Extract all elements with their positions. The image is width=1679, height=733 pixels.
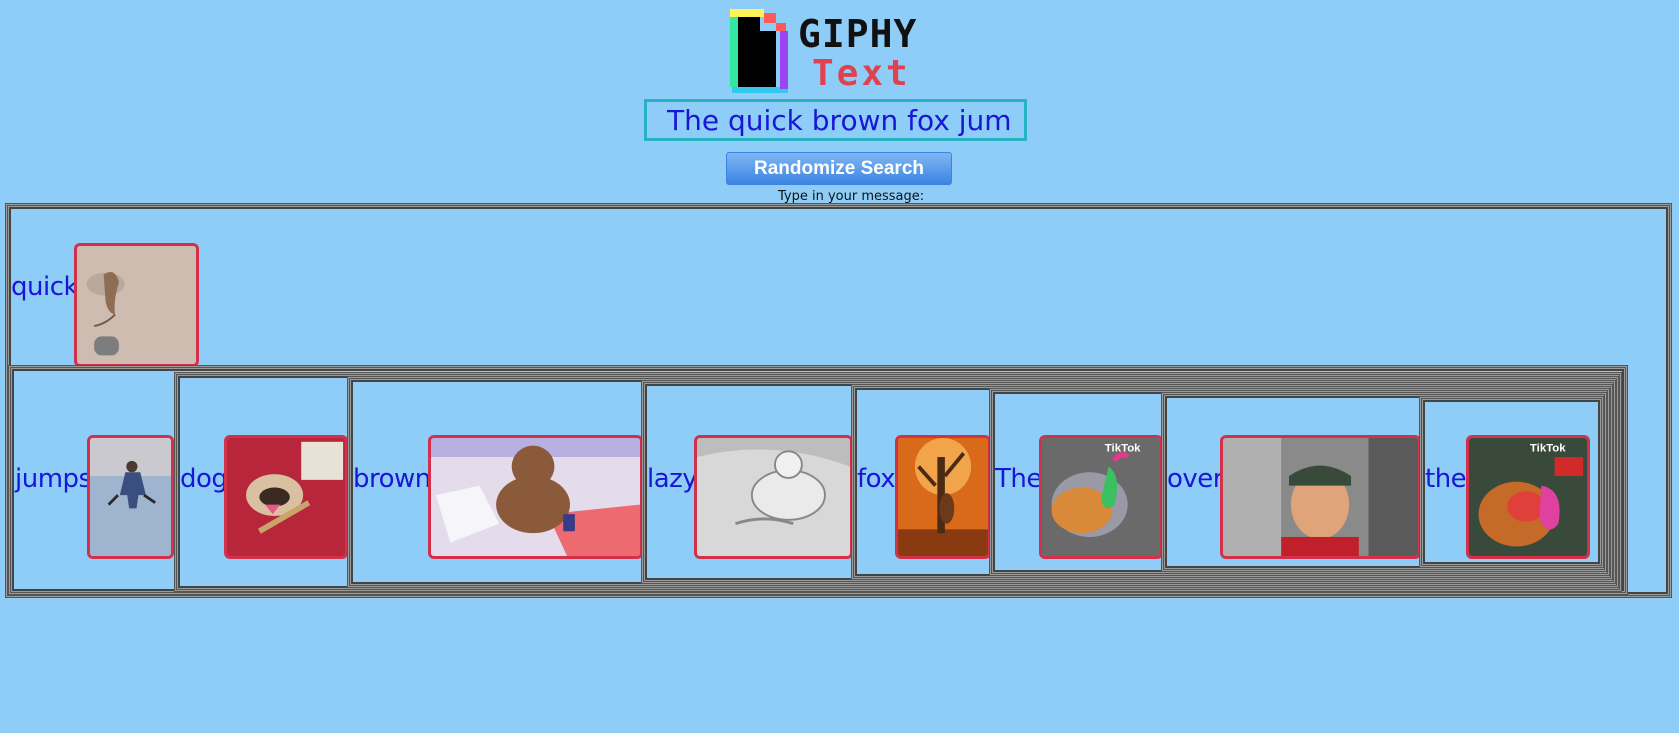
word-over: over (1167, 464, 1223, 494)
word-lazy: lazy (647, 464, 698, 494)
word-the-cap: The (995, 464, 1042, 494)
randomize-search-button[interactable]: Randomize Search (726, 152, 952, 185)
gif-lazy[interactable] (694, 435, 853, 559)
gif-quick[interactable] (74, 243, 199, 367)
tiktok-watermark-1: TikTok (1105, 442, 1141, 454)
gif-the-cap[interactable]: TikTok (1039, 435, 1163, 559)
message-prompt-label: Type in your message: (778, 189, 925, 204)
gif-brown[interactable] (428, 435, 643, 559)
gif-the[interactable]: TikTok (1466, 435, 1590, 559)
word-quick: quick (11, 272, 79, 302)
word-the: the (1425, 464, 1467, 494)
word-fox: fox (857, 464, 896, 494)
word-jumps: jumps (15, 464, 92, 494)
word-dog: dog (180, 464, 228, 494)
message-input[interactable] (644, 99, 1027, 141)
gif-dog[interactable] (224, 435, 348, 559)
gif-jumps[interactable] (87, 435, 174, 559)
giphy-text-logo: GIPHY Text (730, 9, 950, 94)
gif-fox[interactable] (895, 435, 991, 559)
tiktok-watermark-2: TikTok (1530, 442, 1566, 454)
gif-over[interactable] (1220, 435, 1421, 559)
word-brown: brown (353, 464, 431, 494)
svg-text:GIPHY: GIPHY (798, 12, 917, 56)
svg-text:Text: Text (812, 53, 911, 93)
